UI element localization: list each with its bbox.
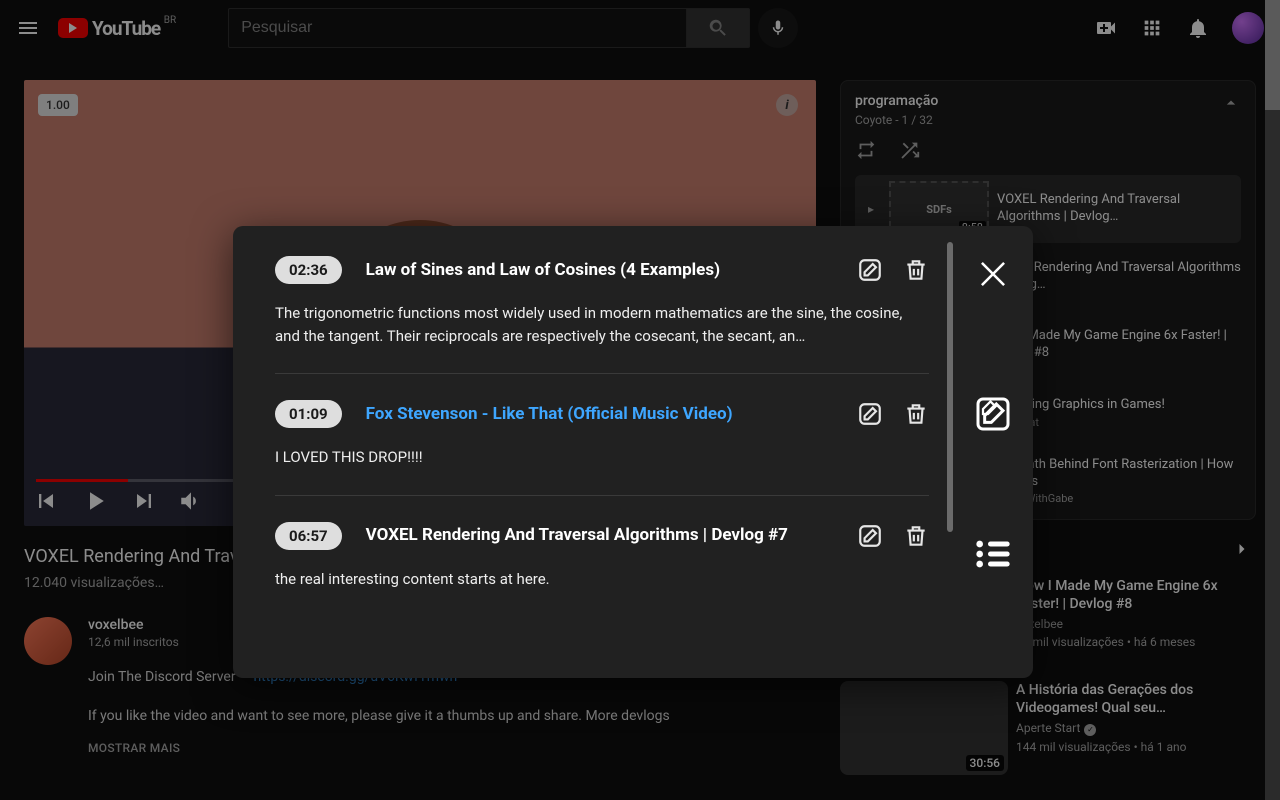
create-button[interactable] bbox=[1094, 16, 1118, 40]
playlist-title: programação bbox=[855, 93, 938, 109]
youtube-logo[interactable]: YouTube BR bbox=[58, 17, 160, 40]
edit-note-button[interactable] bbox=[857, 257, 883, 283]
avatar[interactable] bbox=[1232, 12, 1264, 44]
previous-button[interactable] bbox=[32, 487, 60, 519]
voice-search-button[interactable] bbox=[758, 8, 798, 48]
apps-button[interactable] bbox=[1140, 16, 1164, 40]
delete-note-button[interactable] bbox=[903, 257, 929, 283]
ad-badge: 1.00 bbox=[38, 94, 78, 116]
note-body: I LOVED THIS DROP!!!! bbox=[275, 446, 929, 469]
note-body: the real interesting content starts at h… bbox=[275, 568, 929, 591]
search-box bbox=[228, 8, 798, 48]
playlist-index: ▸ bbox=[861, 202, 881, 216]
playlist-item-title: VOXEL Rendering And Traversal Algorithms… bbox=[997, 192, 1235, 226]
related-meta: 144 mil visualizações • há 1 ano bbox=[1016, 740, 1256, 754]
volume-button[interactable] bbox=[178, 488, 204, 518]
close-modal-button[interactable] bbox=[973, 254, 1013, 294]
topbar: YouTube BR bbox=[0, 0, 1280, 56]
info-icon[interactable]: i bbox=[776, 94, 798, 116]
notifications-button[interactable] bbox=[1186, 16, 1210, 40]
page-scrollbar[interactable] bbox=[1265, 0, 1280, 800]
play-button[interactable] bbox=[80, 486, 110, 520]
note-timestamp[interactable]: 02:36 bbox=[275, 256, 342, 284]
collapse-playlist-button[interactable] bbox=[1221, 93, 1241, 117]
related-meta: 11 mil visualizações • há 6 meses bbox=[1016, 635, 1256, 649]
search-input[interactable] bbox=[228, 8, 686, 48]
youtube-logo-text: YouTube bbox=[92, 17, 160, 40]
note-timestamp[interactable]: 01:09 bbox=[275, 400, 342, 428]
note-item: 01:09 Fox Stevenson - Like That (Official… bbox=[275, 400, 929, 496]
show-more-button[interactable]: MOSTRAR MAIS bbox=[88, 741, 816, 755]
delete-note-button[interactable] bbox=[903, 523, 929, 549]
playlist-subtitle: Coyote - 1 / 32 bbox=[855, 113, 938, 127]
next-button[interactable] bbox=[130, 487, 158, 519]
related-title: A História das Gerações dos Videogames! … bbox=[1016, 681, 1256, 717]
note-item: 06:57 VOXEL Rendering And Traversal Algor… bbox=[275, 522, 929, 617]
related-title: How I Made My Game Engine 6x Faster! | D… bbox=[1016, 577, 1256, 613]
edit-note-button[interactable] bbox=[857, 401, 883, 427]
related-channel: Aperte Start✓ bbox=[1016, 721, 1256, 736]
notes-list[interactable]: 02:36 Law of Sines and Law of Cosines (4 … bbox=[233, 226, 947, 678]
note-title: VOXEL Rendering And Traversal Algorithms… bbox=[366, 524, 833, 547]
delete-note-button[interactable] bbox=[903, 401, 929, 427]
note-title[interactable]: Fox Stevenson - Like That (Official Musi… bbox=[366, 403, 833, 426]
note-timestamp[interactable]: 06:57 bbox=[275, 522, 342, 550]
related-thumbnail: 30:56 bbox=[840, 681, 1008, 775]
related-channel: voxelbee bbox=[1016, 617, 1256, 631]
shuffle-button[interactable] bbox=[899, 139, 921, 165]
new-note-button[interactable] bbox=[973, 394, 1013, 434]
note-title: Law of Sines and Law of Cosines (4 Examp… bbox=[366, 259, 833, 282]
country-code: BR bbox=[164, 15, 176, 26]
note-body: The trigonometric functions most widely … bbox=[275, 302, 929, 347]
related-video[interactable]: 30:56A História das Gerações dos Videoga… bbox=[840, 681, 1256, 775]
youtube-logo-icon bbox=[58, 18, 88, 38]
video-description-line2: If you like the video and want to see mo… bbox=[88, 706, 816, 727]
search-button[interactable] bbox=[686, 8, 750, 48]
loop-button[interactable] bbox=[855, 139, 877, 165]
hamburger-menu-button[interactable] bbox=[16, 16, 40, 40]
notes-modal: 02:36 Law of Sines and Law of Cosines (4 … bbox=[233, 226, 1033, 678]
channel-avatar[interactable] bbox=[24, 617, 72, 665]
note-item: 02:36 Law of Sines and Law of Cosines (4 … bbox=[275, 256, 929, 374]
edit-note-button[interactable] bbox=[857, 523, 883, 549]
list-view-button[interactable] bbox=[973, 534, 1013, 574]
chip-scroll-right[interactable] bbox=[1228, 535, 1256, 563]
notes-scrollbar[interactable] bbox=[947, 242, 953, 662]
